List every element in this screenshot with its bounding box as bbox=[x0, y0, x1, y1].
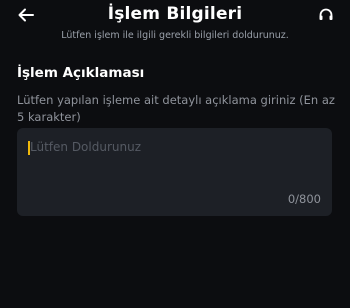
section-description: Lütfen yapılan işleme ait detaylı açıkla… bbox=[17, 93, 335, 124]
header: İşlem Bilgileri Lütfen işlem ile ilgili … bbox=[0, 0, 350, 50]
description-textarea[interactable]: Lütfen Doldurunuz 0/800 bbox=[17, 128, 332, 216]
page-subtitle: Lütfen işlem ile ilgili gerekli bilgiler… bbox=[61, 30, 289, 41]
section-title: İşlem Açıklaması bbox=[17, 65, 145, 81]
character-counter: 0/800 bbox=[287, 192, 321, 206]
textarea-placeholder: Lütfen Doldurunuz bbox=[30, 140, 141, 154]
screen: İşlem Bilgileri Lütfen işlem ile ilgili … bbox=[0, 0, 350, 308]
page-title: İşlem Bilgileri bbox=[107, 4, 243, 24]
headset-icon bbox=[319, 8, 333, 20]
support-button[interactable] bbox=[314, 4, 338, 26]
